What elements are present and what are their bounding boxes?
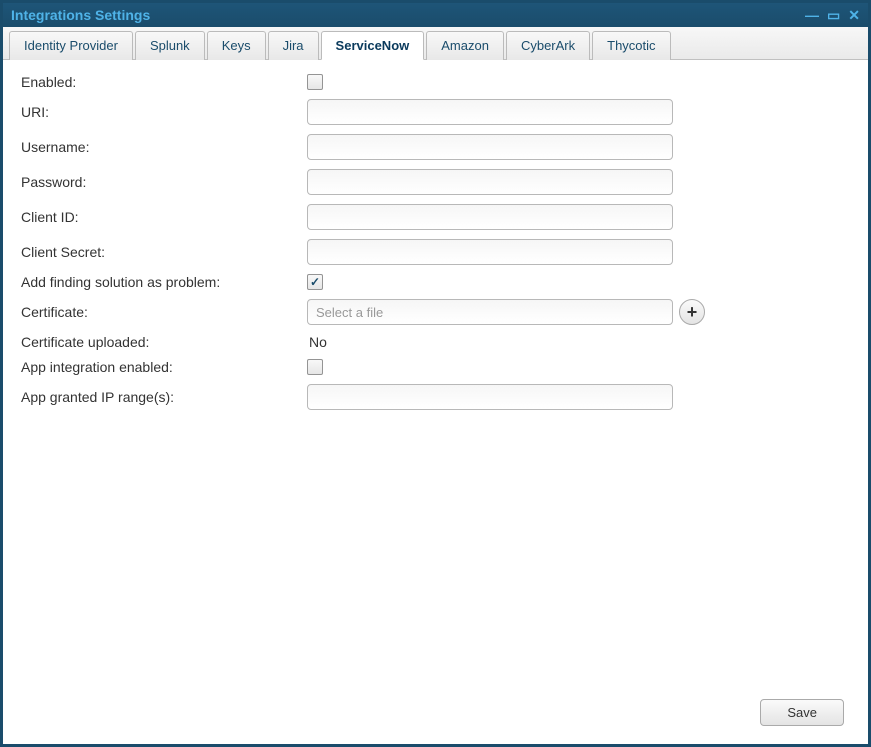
label-add-finding: Add finding solution as problem: xyxy=(17,274,307,290)
input-uri[interactable] xyxy=(307,99,673,125)
value-certificate-uploaded: No xyxy=(307,334,327,350)
tab-jira[interactable]: Jira xyxy=(268,31,319,60)
checkbox-add-finding[interactable] xyxy=(307,274,323,290)
label-client-id: Client ID: xyxy=(17,209,307,225)
maximize-icon[interactable]: ▭ xyxy=(827,7,840,24)
tab-servicenow[interactable]: ServiceNow xyxy=(321,31,425,60)
input-username[interactable] xyxy=(307,134,673,160)
plus-icon: + xyxy=(687,303,698,321)
tab-cyberark[interactable]: CyberArk xyxy=(506,31,590,60)
form-area: Enabled: URI: Username: Password: xyxy=(17,74,854,691)
label-client-secret: Client Secret: xyxy=(17,244,307,260)
input-app-granted-ip[interactable] xyxy=(307,384,673,410)
label-certificate: Certificate: xyxy=(17,304,307,320)
tab-keys[interactable]: Keys xyxy=(207,31,266,60)
label-enabled: Enabled: xyxy=(17,74,307,90)
label-username: Username: xyxy=(17,139,307,155)
input-client-secret[interactable] xyxy=(307,239,673,265)
window-title: Integrations Settings xyxy=(11,7,150,23)
tab-splunk[interactable]: Splunk xyxy=(135,31,205,60)
checkbox-enabled[interactable] xyxy=(307,74,323,90)
input-client-id[interactable] xyxy=(307,204,673,230)
minimize-icon[interactable]: — xyxy=(805,7,819,23)
input-password[interactable] xyxy=(307,169,673,195)
tab-thycotic[interactable]: Thycotic xyxy=(592,31,670,60)
tab-identity-provider[interactable]: Identity Provider xyxy=(9,31,133,60)
label-uri: URI: xyxy=(17,104,307,120)
label-app-granted-ip: App granted IP range(s): xyxy=(17,389,307,405)
footer: Save xyxy=(17,691,854,736)
tab-amazon[interactable]: Amazon xyxy=(426,31,504,60)
input-certificate[interactable] xyxy=(307,299,673,325)
checkbox-app-integration-enabled[interactable] xyxy=(307,359,323,375)
tabs-bar: Identity Provider Splunk Keys Jira Servi… xyxy=(3,27,868,60)
window-controls: — ▭ ✕ xyxy=(805,7,860,24)
close-icon[interactable]: ✕ xyxy=(848,7,860,24)
add-certificate-button[interactable]: + xyxy=(679,299,705,325)
titlebar: Integrations Settings — ▭ ✕ xyxy=(3,3,868,27)
label-certificate-uploaded: Certificate uploaded: xyxy=(17,334,307,350)
label-password: Password: xyxy=(17,174,307,190)
content-area: Enabled: URI: Username: Password: xyxy=(3,60,868,744)
integrations-settings-window: Integrations Settings — ▭ ✕ Identity Pro… xyxy=(0,0,871,747)
label-app-integration-enabled: App integration enabled: xyxy=(17,359,307,375)
save-button[interactable]: Save xyxy=(760,699,844,726)
